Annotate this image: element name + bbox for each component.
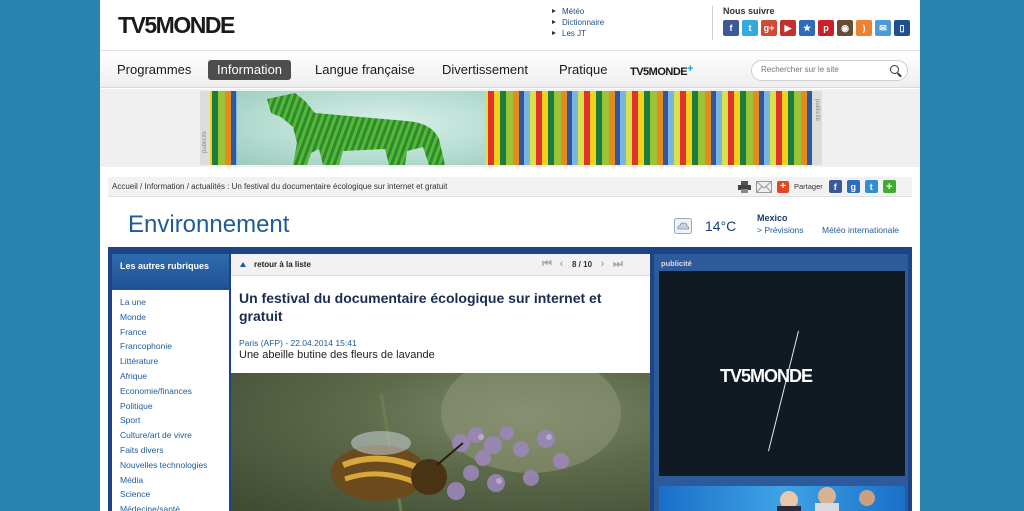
newsletter-icon[interactable]: ✉ [875,20,891,36]
youtube-icon[interactable]: ▶ [780,20,796,36]
cloud-weather-icon [674,218,692,234]
tv5monde-ad[interactable]: TV5MONDE [659,271,905,476]
tv5monde-logo[interactable]: TV5MONDE [118,12,235,39]
share-more-icon[interactable]: + [882,180,896,193]
sidebar-item[interactable]: La une [112,295,229,310]
follow-label: Nous suivre [723,6,775,16]
page: TV5MONDE Météo Dictionnaire Les JT Nous … [100,0,920,511]
bottom-ad-promo[interactable] [659,486,905,511]
sidebar-item[interactable]: Faits divers [112,443,229,458]
next-page-icon[interactable]: › [598,259,607,270]
content-frame: Les autres rubriques La une Monde France Fr… [108,250,912,511]
sidebar-item[interactable]: Afrique [112,369,229,384]
sidebar-heading: Les autres rubriques [112,254,229,290]
social-follow: Nous suivre f t g+ ▶ ★ p ◉) ✉ ▯ [723,6,910,36]
share-plus-icon[interactable]: + [777,180,789,193]
search-input[interactable] [761,65,881,74]
sidebar-item[interactable]: Culture/art de vivre [112,428,229,443]
banner-left-strip [200,91,210,165]
mobile-icon[interactable]: ▯ [894,20,910,36]
back-to-list-link[interactable]: retour à la liste [240,260,311,269]
right-ad-column: publicité TV5MONDE [654,254,908,511]
sidebar-item[interactable]: Francophonie [112,339,229,354]
nav-tv5monde-plus[interactable]: TV5MONDE+ [630,63,694,78]
sidebar-item[interactable]: Médecine/santé [112,502,229,511]
other-sections-sidebar: Les autres rubriques La une Monde France Fr… [112,254,229,511]
sidebar-item[interactable]: France [112,325,229,340]
page-indicator: 8 / 10 [572,260,593,269]
share-google-icon[interactable]: g [846,180,860,193]
breadcrumb-bar: Accueil / Information / actualités : Un … [108,177,912,197]
search-icon[interactable] [890,65,899,74]
promo-hosts-image [777,487,875,511]
nav-divertissement[interactable]: Divertissement [442,60,528,80]
ad-label: publicité [661,259,692,268]
temperature: 14°C [705,218,737,234]
top-links: Météo Dictionnaire Les JT [552,6,604,39]
first-page-icon[interactable]: ⏮ [542,259,552,270]
sidebar-item[interactable]: Science [112,487,229,502]
arrow-icon [552,9,556,13]
banner-area: publicité publicité [100,89,920,167]
article-list-bar: retour à la liste ⏮ ‹ 8 / 10 › ⏭ [231,254,650,276]
main-nav: Programmes Information Langue française … [100,50,920,88]
instagram-icon[interactable]: ◉ [837,20,853,36]
weather-city: Mexico [757,213,788,223]
banner-label-left: publicité [202,131,208,154]
photo-caption: Une abeille butine des fleurs de lavande [239,349,435,361]
up-arrow-icon [240,262,246,267]
previous-page-icon[interactable]: ‹ [557,259,566,270]
arrow-icon [552,20,556,24]
top-link-dictionnaire[interactable]: Dictionnaire [552,17,604,28]
share-facebook-icon[interactable]: f [828,180,842,193]
sidebar-item[interactable]: Sport [112,413,229,428]
forecast-link[interactable]: > Prévisions [757,225,804,235]
badge-icon[interactable]: ★ [799,20,815,36]
sidebar-item[interactable]: Economie/finances [112,384,229,399]
facebook-icon[interactable]: f [723,20,739,36]
article-dateline: Paris (AFP) - 22.04.2014 15:41 [239,338,357,348]
sidebar-item[interactable]: Monde [112,310,229,325]
last-page-icon[interactable]: ⏭ [613,259,623,270]
article: retour à la liste ⏮ ‹ 8 / 10 › ⏭ Un fest… [231,254,650,511]
nav-pratique[interactable]: Pratique [559,60,607,80]
breadcrumb[interactable]: Accueil / Information / actualités : Un … [112,182,447,191]
sidebar-item[interactable]: Nouvelles technologies [112,458,229,473]
page-tools: + Partager f g t + [738,180,896,193]
section-title: Environnement [128,211,290,238]
print-icon[interactable] [738,180,751,193]
header-divider [712,6,713,40]
nav-langue-francaise[interactable]: Langue française [315,60,415,80]
nav-programmes[interactable]: Programmes [117,60,191,80]
bee-lavender-photo [331,373,621,511]
top-link-meteo[interactable]: Météo [552,6,604,17]
ad-brand-logo: TV5MONDE [720,366,813,386]
zebra-illustration [267,93,445,165]
twitter-icon[interactable]: t [742,20,758,36]
banner-label-right: publicité [814,99,820,122]
international-weather-link[interactable]: Météo internationale [822,225,899,235]
nav-information[interactable]: Information [208,60,292,80]
sidebar-item[interactable]: Média [112,473,229,488]
share-label[interactable]: Partager [794,182,823,191]
arrow-icon [552,31,556,35]
share-twitter-icon[interactable]: t [864,180,878,193]
pinterest-icon[interactable]: p [818,20,834,36]
banner-zebra-panel [237,91,485,165]
email-icon[interactable] [756,180,772,193]
rss-icon[interactable]: ) [856,20,872,36]
sidebar-item[interactable]: Littérature [112,354,229,369]
ad-slash [768,330,799,452]
sidebar-list: La une Monde France Francophonie Littérature… [112,290,229,511]
sidebar-item[interactable]: Politique [112,399,229,414]
top-link-les-jt[interactable]: Les JT [552,28,604,39]
google-plus-icon[interactable]: g+ [761,20,777,36]
ad-banner[interactable]: publicité publicité [200,91,822,165]
article-photo[interactable] [231,373,650,511]
search-box [751,60,908,81]
article-headline: Un festival du documentaire écologique s… [239,290,602,324]
article-pager: ⏮ ‹ 8 / 10 › ⏭ [542,259,623,270]
social-icons: f t g+ ▶ ★ p ◉) ✉ ▯ [723,20,910,36]
